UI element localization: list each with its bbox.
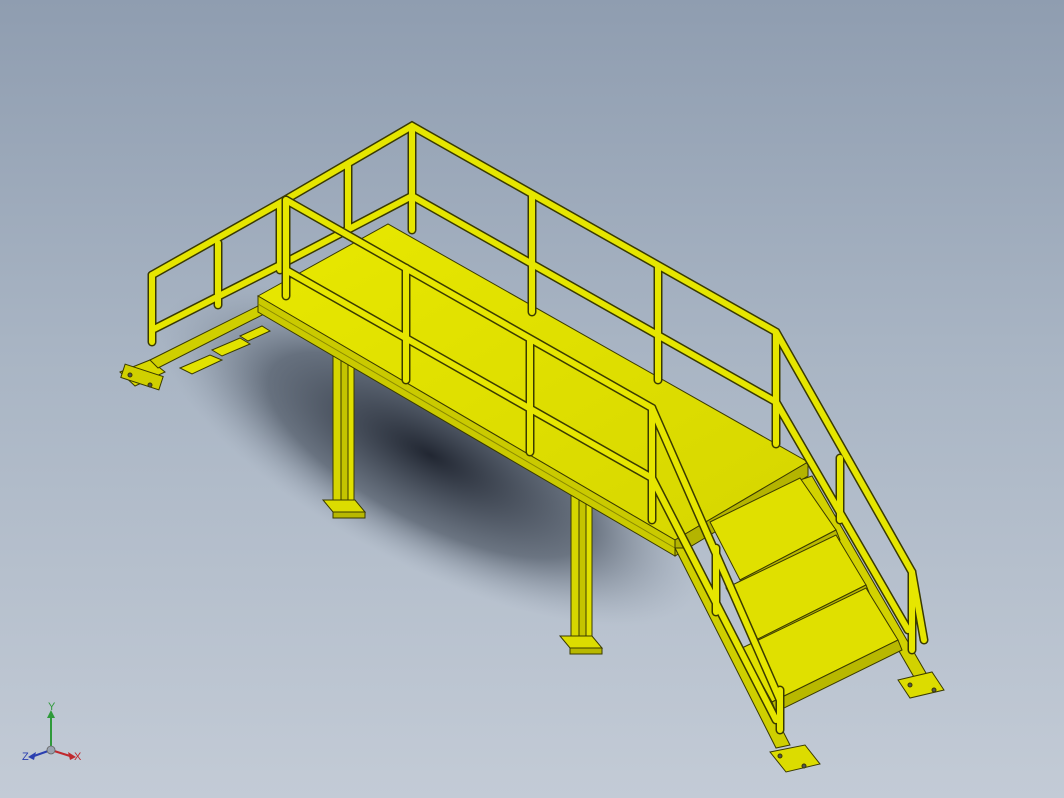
x-axis-label: X xyxy=(74,751,82,763)
graphics-viewport[interactable]: Y X Z xyxy=(0,0,1064,798)
orientation-triad[interactable]: Y X Z xyxy=(18,700,88,770)
z-axis-label: Z xyxy=(22,751,29,763)
platform-stair-model[interactable] xyxy=(0,0,1064,798)
triad-origin xyxy=(46,745,56,755)
y-axis-label: Y xyxy=(48,701,56,713)
z-axis-arrow xyxy=(28,752,36,760)
